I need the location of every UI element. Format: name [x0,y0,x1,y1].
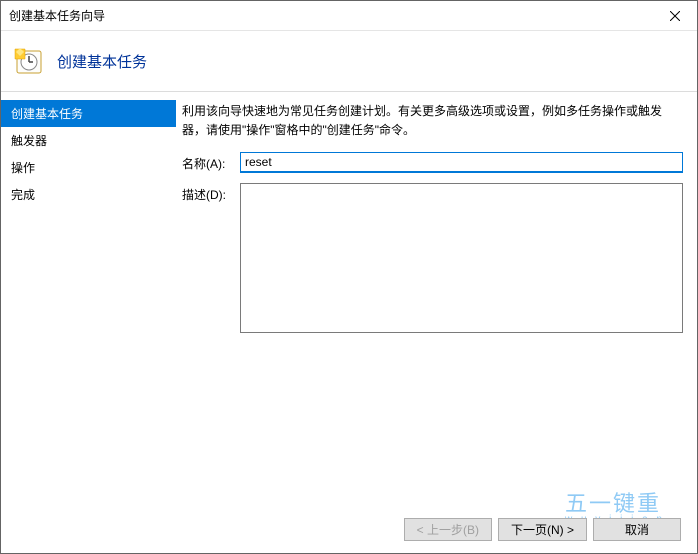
name-row: 名称(A): [182,152,683,173]
titlebar-text: 创建基本任务向导 [9,7,652,24]
sidebar-item-trigger[interactable]: 触发器 [1,127,176,154]
wizard-footer: < 上一步(B) 下一页(N) > 取消 [404,518,681,541]
sidebar-item-label: 创建基本任务 [11,107,83,121]
titlebar: 创建基本任务向导 [1,1,697,31]
sidebar-item-action[interactable]: 操作 [1,154,176,181]
sidebar-item-finish[interactable]: 完成 [1,181,176,208]
next-button[interactable]: 下一页(N) > [498,518,587,541]
description-input[interactable] [240,183,683,333]
wizard-content: 利用该向导快速地为常见任务创建计划。有关更多高级选项或设置，例如多任务操作或触发… [176,92,697,553]
intro-text: 利用该向导快速地为常见任务创建计划。有关更多高级选项或设置，例如多任务操作或触发… [182,102,683,140]
wizard-header: 创建基本任务 [1,31,697,91]
wizard-window: 创建基本任务向导 创建基本任务 创建基本任务 触发器 操作 完成 利用该向 [0,0,698,554]
description-row: 描述(D): [182,183,683,333]
sidebar-item-create-basic-task[interactable]: 创建基本任务 [1,100,176,127]
back-button: < 上一步(B) [404,518,492,541]
sidebar-item-label: 触发器 [11,134,47,148]
name-label: 名称(A): [182,152,240,172]
name-input[interactable] [240,152,683,173]
cancel-button[interactable]: 取消 [593,518,681,541]
wizard-body: 创建基本任务 触发器 操作 完成 利用该向导快速地为常见任务创建计划。有关更多高… [1,92,697,553]
sidebar-item-label: 完成 [11,188,35,202]
description-label: 描述(D): [182,183,240,203]
sidebar-item-label: 操作 [11,161,35,175]
close-icon [670,11,680,21]
close-button[interactable] [652,1,697,31]
task-icon [13,45,45,77]
wizard-title: 创建基本任务 [57,51,147,72]
wizard-sidebar: 创建基本任务 触发器 操作 完成 [1,92,176,553]
